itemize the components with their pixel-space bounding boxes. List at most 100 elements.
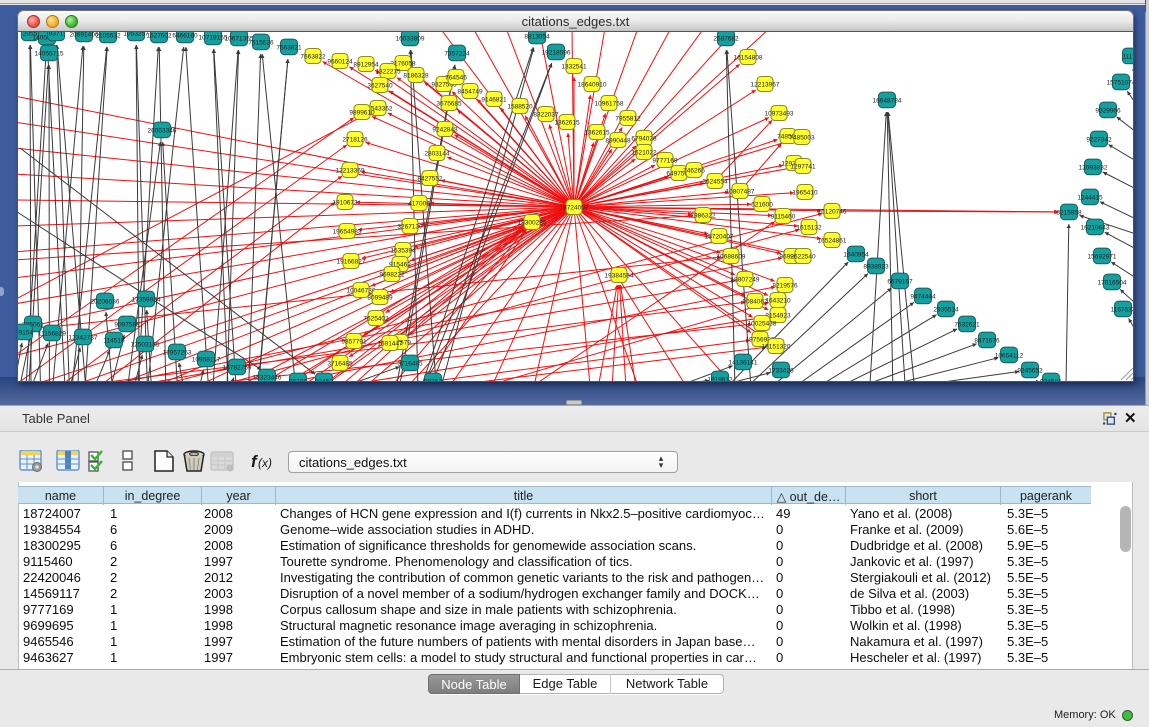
svg-text:6794028: 6794028 <box>631 136 657 143</box>
svg-text:3675685: 3675685 <box>436 101 462 108</box>
svg-text:8427552: 8427552 <box>417 176 443 183</box>
svg-text:2687682: 2687682 <box>713 36 739 43</box>
svg-text:2522540: 2522540 <box>790 254 816 261</box>
svg-text:15692971: 15692971 <box>1088 254 1117 261</box>
svg-text:1053257: 1053257 <box>123 32 149 38</box>
svg-text:746266: 746266 <box>683 168 705 175</box>
svg-text:15720407: 15720407 <box>705 234 734 241</box>
svg-text:17957253: 17957253 <box>163 350 192 357</box>
svg-text:7663822: 7663822 <box>300 54 326 61</box>
svg-text:11156829: 11156829 <box>38 331 66 338</box>
svg-text:19384554: 19384554 <box>605 273 634 280</box>
svg-text:1535394: 1535394 <box>390 248 416 255</box>
svg-text:9660124: 9660124 <box>327 59 353 66</box>
svg-text:16524861: 16524861 <box>818 238 847 245</box>
svg-text:417006: 417006 <box>408 201 430 208</box>
svg-text:8912954: 8912954 <box>353 62 379 69</box>
svg-text:3627540: 3627540 <box>367 83 393 90</box>
svg-text:1615132: 1615132 <box>796 225 822 232</box>
svg-text:6466160: 6466160 <box>172 33 198 40</box>
svg-text:10958117: 10958117 <box>192 357 221 364</box>
svg-text:8471676: 8471676 <box>974 338 1000 345</box>
svg-text:9474444: 9474444 <box>910 294 936 301</box>
svg-text:9242848: 9242848 <box>432 127 458 134</box>
svg-text:9084067: 9084067 <box>742 299 768 306</box>
svg-text:8186328: 8186328 <box>403 73 429 80</box>
svg-text:10961758: 10961758 <box>595 101 624 108</box>
svg-text:1167533: 1167533 <box>1111 307 1133 314</box>
svg-text:3624554: 3624554 <box>702 179 728 186</box>
svg-text:12503135: 12503135 <box>131 342 160 349</box>
svg-text:8813054: 8813054 <box>524 34 550 41</box>
svg-text:8454749: 8454749 <box>457 89 483 96</box>
svg-text:1643210: 1643210 <box>765 298 791 305</box>
svg-text:3716485: 3716485 <box>397 361 423 368</box>
svg-text:14136141: 14136141 <box>729 360 758 367</box>
svg-text:20206536: 20206536 <box>91 299 120 306</box>
svg-text:1322275: 1322275 <box>375 69 401 76</box>
svg-text:19218596: 19218596 <box>542 50 571 57</box>
svg-text:18300295: 18300295 <box>518 220 547 227</box>
svg-text:1691447: 1691447 <box>377 341 403 348</box>
svg-text:1297741: 1297741 <box>790 164 816 171</box>
svg-text:8219576: 8219576 <box>772 283 798 290</box>
svg-text:1910673: 1910673 <box>332 200 358 207</box>
svg-text:2105532: 2105532 <box>95 33 121 40</box>
svg-text:1362615: 1362615 <box>554 120 580 127</box>
svg-text:19654983: 19654983 <box>333 229 362 236</box>
svg-text:10719155: 10719155 <box>199 35 228 42</box>
svg-text:86205: 86205 <box>289 379 307 383</box>
svg-text:12213967: 12213967 <box>751 82 780 89</box>
svg-text:15751074: 15751074 <box>1107 80 1133 87</box>
svg-text:7632621: 7632621 <box>954 322 980 329</box>
svg-text:26053346: 26053346 <box>148 128 177 135</box>
svg-text:8938923: 8938923 <box>863 264 889 271</box>
svg-text:92452: 92452 <box>315 379 333 383</box>
svg-text:924501: 924501 <box>1040 379 1062 383</box>
svg-text:16033809: 16033809 <box>396 36 425 43</box>
svg-text:1621022: 1621022 <box>631 150 657 157</box>
svg-text:10688609: 10688609 <box>717 254 746 261</box>
svg-text:10654112: 10654112 <box>995 353 1024 360</box>
svg-text:8099489: 8099489 <box>367 295 393 302</box>
svg-text:9857791: 9857791 <box>341 339 367 346</box>
svg-text:10046736: 10046736 <box>347 288 376 295</box>
svg-text:1244415: 1244415 <box>1077 195 1103 202</box>
svg-text:9899610: 9899610 <box>349 110 375 117</box>
svg-text:12342737: 12342737 <box>69 335 98 342</box>
svg-text:1527602: 1527602 <box>146 33 172 40</box>
svg-text:3267130: 3267130 <box>397 224 423 231</box>
svg-text:18807249: 18807249 <box>731 277 760 284</box>
svg-text:17359934: 17359934 <box>132 297 161 304</box>
svg-text:19166827: 19166827 <box>337 259 366 266</box>
svg-text:2935514: 2935514 <box>933 307 959 314</box>
svg-text:9245652: 9245652 <box>1017 368 1043 375</box>
svg-text:1362615: 1362615 <box>584 130 610 137</box>
svg-text:7625402: 7625402 <box>363 316 389 323</box>
svg-text:16210643: 16210643 <box>1081 225 1110 232</box>
svg-text:12093832: 12093832 <box>1079 165 1108 172</box>
svg-text:9371: 9371 <box>49 32 64 38</box>
svg-text:(x): (x) <box>258 456 272 470</box>
svg-text:9097588: 9097588 <box>114 322 140 329</box>
svg-text:8990448: 8990448 <box>605 138 631 145</box>
svg-text:11170: 11170 <box>1122 54 1133 61</box>
svg-text:9329966: 9329966 <box>1095 108 1121 115</box>
svg-text:18640910: 18640910 <box>578 82 607 89</box>
svg-text:1965410: 1965410 <box>792 190 818 197</box>
svg-text:6679197: 6679197 <box>887 279 913 286</box>
svg-text:7357224: 7357224 <box>444 51 470 58</box>
svg-text:9146821: 9146821 <box>481 97 507 104</box>
svg-text:10973493: 10973493 <box>765 111 794 118</box>
svg-text:1733426: 1733426 <box>768 368 794 375</box>
svg-text:16782759: 16782759 <box>223 365 252 372</box>
svg-text:12213369: 12213369 <box>336 168 365 175</box>
svg-text:16120746: 16120746 <box>818 209 847 216</box>
svg-text:7663821: 7663821 <box>276 45 302 52</box>
svg-text:7955812: 7955812 <box>615 116 641 123</box>
svg-text:7485003: 7485003 <box>789 135 815 142</box>
svg-text:16648784: 16648784 <box>873 98 902 105</box>
svg-text:12323446: 12323446 <box>253 375 282 382</box>
svg-text:8322037: 8322037 <box>533 112 559 119</box>
svg-text:10025438: 10025438 <box>748 321 777 328</box>
